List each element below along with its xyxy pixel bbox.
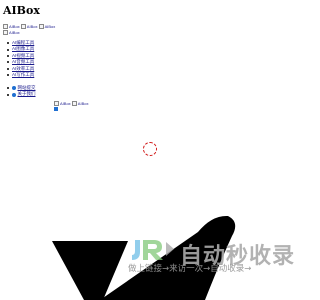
jr-logo-icon xyxy=(132,240,174,260)
watermark: 自动秒收录 做上链接→来访一次→自动收录→ xyxy=(128,236,300,276)
watermark-subtitle: 做上链接→来访一次→自动收录→ xyxy=(128,264,252,274)
